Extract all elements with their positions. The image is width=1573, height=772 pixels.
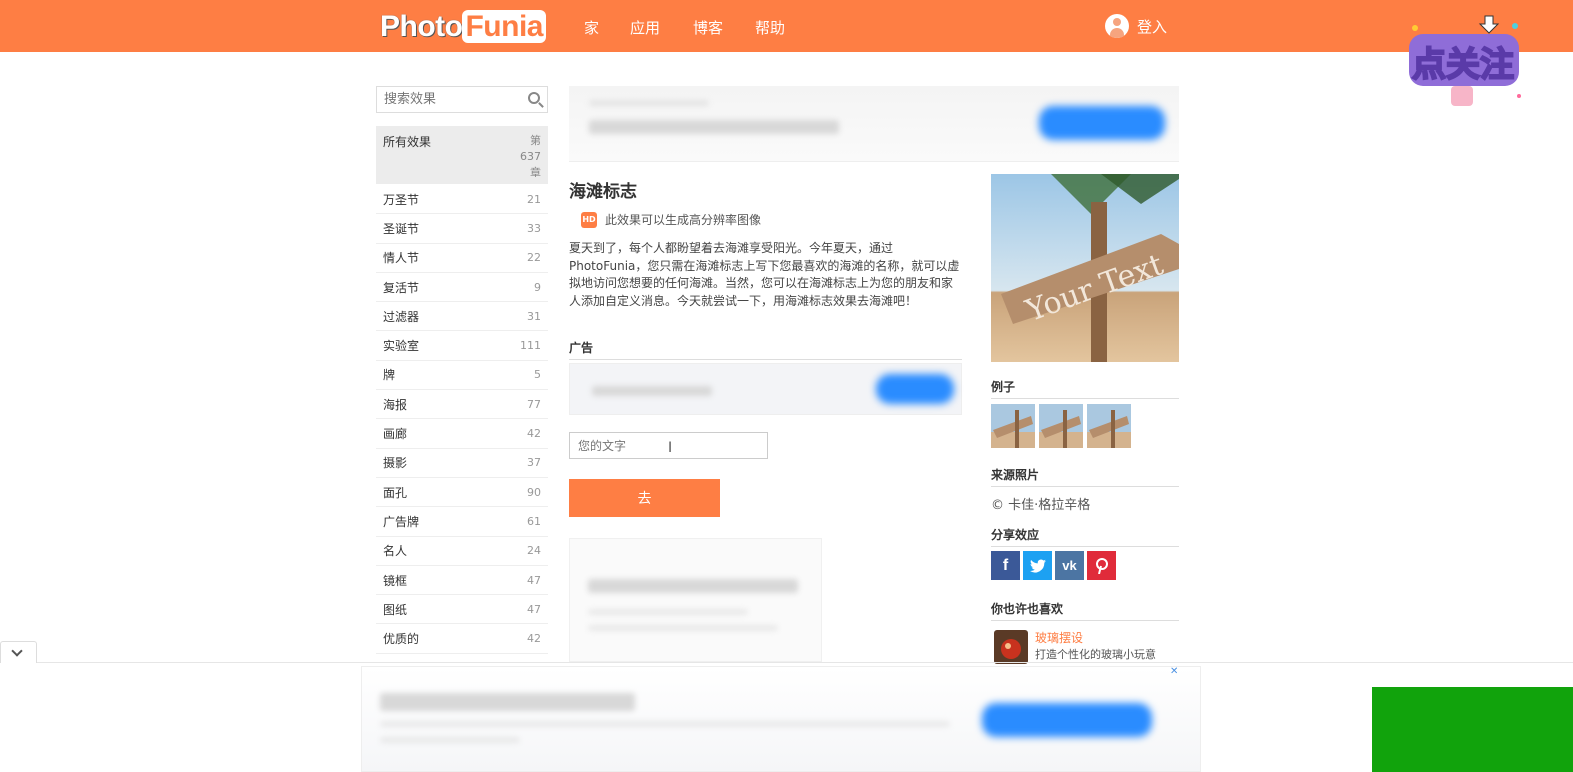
nav-help[interactable]: 帮助 — [755, 17, 785, 38]
bottom-sticky-advertisement[interactable] — [361, 666, 1201, 772]
effect-title: 海滩标志 — [569, 182, 637, 202]
search-icon[interactable] — [528, 92, 540, 104]
source-photo-heading: 来源照片 — [991, 466, 1179, 487]
category-item[interactable]: 广告牌 61 — [376, 507, 548, 537]
svg-text:点关注: 点关注 — [1412, 45, 1514, 85]
category-item[interactable]: 画廊 42 — [376, 419, 548, 449]
facebook-icon[interactable]: f — [991, 551, 1020, 580]
source-credit: © 卡佳·格拉辛格 — [991, 498, 1091, 513]
you-may-like-heading: 你也许也喜欢 — [991, 600, 1179, 621]
examples-heading: 例子 — [991, 378, 1179, 399]
example-thumbnail[interactable] — [1087, 404, 1131, 448]
share-heading: 分享效应 — [991, 526, 1179, 547]
category-item[interactable]: 图纸 47 — [376, 595, 548, 625]
category-item[interactable]: 牌5 — [376, 361, 548, 391]
category-all[interactable]: 所有效果 第 637 章 — [376, 126, 548, 184]
middle-advertisement[interactable] — [569, 363, 962, 415]
user-avatar-icon — [1105, 14, 1129, 38]
category-item[interactable]: 摄影 37 — [376, 449, 548, 478]
top-advertisement[interactable] — [569, 86, 1179, 162]
photofunia-logo[interactable]: Photo Funia — [380, 10, 546, 44]
nav-home[interactable]: 家 — [584, 17, 599, 38]
category-item[interactable]: 镜框 47 — [376, 566, 548, 596]
ad-label: 广告 — [569, 339, 962, 360]
category-list: 万圣节 21 圣诞节 33 情人节 22 复活节 9 过滤器 31 实验室 111 牌5 海… — [376, 185, 548, 654]
hd-notice-text: 此效果可以生成高分辨率图像 — [605, 213, 762, 227]
top-navbar: Photo Funia 家 应用 博客 帮助 登入 — [0, 0, 1573, 52]
category-item[interactable]: 过滤器 31 — [376, 302, 548, 332]
category-item[interactable]: 名人 24 — [376, 537, 548, 566]
category-item[interactable]: 复活节 9 — [376, 273, 548, 303]
effect-preview-image[interactable]: Your Text — [991, 174, 1179, 362]
nav-apps[interactable]: 应用 — [630, 17, 660, 38]
category-item[interactable]: 海报 77 — [376, 390, 548, 420]
category-all-count: 第 637 章 — [520, 134, 541, 179]
go-button[interactable]: 去 — [569, 479, 720, 517]
ad-close-icon[interactable]: ✕ — [1170, 666, 1178, 677]
nav-blog[interactable]: 博客 — [693, 17, 723, 38]
category-item[interactable]: 情人节 22 — [376, 244, 548, 273]
lower-advertisement[interactable] — [569, 538, 822, 662]
category-all-label: 所有效果 — [383, 135, 432, 149]
green-block — [1372, 687, 1573, 772]
login-button[interactable]: 登入 — [1105, 14, 1167, 38]
category-item[interactable]: 万圣节 21 — [376, 185, 548, 215]
category-item[interactable]: 实验室 111 — [376, 331, 548, 361]
related-effect-subtitle: 打造个性化的玻璃小玩意 — [1035, 648, 1156, 661]
category-item[interactable]: 面孔 90 — [376, 478, 548, 508]
category-item[interactable]: 圣诞节 33 — [376, 214, 548, 244]
collapse-ad-chevron-icon[interactable] — [0, 641, 37, 663]
related-effect-thumbnail[interactable] — [994, 630, 1028, 664]
hd-notice: HD 此效果可以生成高分辨率图像 — [581, 211, 761, 228]
example-thumbnail[interactable] — [991, 404, 1035, 448]
text-cursor-icon: I — [668, 440, 673, 456]
hd-badge-icon: HD — [581, 211, 597, 228]
vk-icon[interactable]: vk — [1055, 551, 1084, 580]
pinterest-icon[interactable] — [1087, 551, 1116, 580]
twitter-icon[interactable] — [1023, 551, 1052, 580]
search-input[interactable] — [377, 87, 517, 112]
login-label: 登入 — [1137, 17, 1168, 36]
effect-description: 夏天到了，每个人都盼望着去海滩享受阳光。今年夏天，通过PhotoFunia，您只… — [569, 241, 960, 308]
category-item[interactable]: 优质的 42 — [376, 624, 548, 654]
follow-sticker: 点关注 — [1409, 15, 1521, 106]
example-thumbnail[interactable] — [1039, 404, 1083, 448]
effects-search[interactable] — [376, 86, 548, 113]
related-effect-title[interactable]: 玻璃摆设 — [1035, 629, 1083, 646]
